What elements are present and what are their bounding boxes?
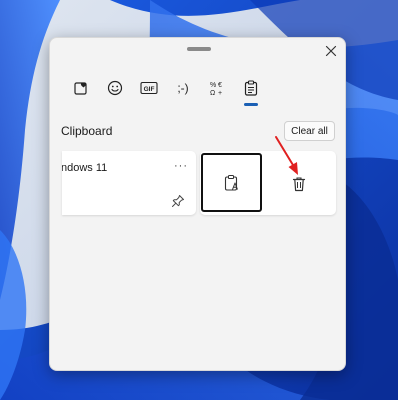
clipboard-item-actions — [200, 151, 336, 215]
active-tab-indicator — [244, 103, 258, 106]
clear-all-button[interactable]: Clear all — [284, 121, 335, 141]
delete-icon — [292, 177, 306, 192]
desktop-wallpaper: GIF ;-) % € Ω + Clipboard Clear all ndow… — [0, 0, 398, 400]
tab-emoji[interactable] — [98, 74, 132, 102]
more-options-button[interactable]: ··· — [174, 160, 188, 172]
emoji-icon — [107, 80, 123, 96]
tab-symbols[interactable]: % € Ω + — [200, 74, 234, 102]
pin-button[interactable] — [171, 194, 185, 208]
svg-text:€: € — [218, 82, 222, 89]
delete-button[interactable] — [286, 171, 312, 197]
kaomoji-heart-icon — [74, 82, 87, 95]
svg-text:+: + — [218, 90, 222, 96]
close-icon — [325, 45, 337, 57]
paste-as-text-icon — [224, 174, 238, 191]
tab-kaomoji[interactable]: ;-) — [166, 74, 200, 102]
kaomoji-icon: ;-) — [177, 81, 189, 95]
tab-gif[interactable]: GIF — [132, 74, 166, 102]
tab-clipboard[interactable] — [234, 74, 268, 106]
panel-tabs: GIF ;-) % € Ω + — [64, 74, 268, 106]
svg-text:GIF: GIF — [144, 86, 155, 93]
tab-kaomoji-favorites[interactable] — [64, 74, 98, 102]
clipboard-icon — [244, 80, 258, 96]
section-title: Clipboard — [61, 124, 113, 138]
gif-icon: GIF — [140, 81, 158, 95]
svg-text:%: % — [210, 82, 216, 89]
close-button[interactable] — [322, 42, 340, 60]
clipboard-panel: GIF ;-) % € Ω + Clipboard Clear all ndow… — [49, 37, 346, 371]
pin-icon — [172, 195, 184, 207]
symbols-icon: % € Ω + — [210, 82, 222, 96]
clipboard-item[interactable]: ndows 11 ··· — [62, 151, 196, 215]
paste-as-text-button[interactable] — [201, 153, 262, 212]
drag-handle[interactable] — [187, 47, 211, 51]
svg-text:Ω: Ω — [210, 90, 215, 96]
clipboard-item-text: ndows 11 — [62, 162, 108, 174]
